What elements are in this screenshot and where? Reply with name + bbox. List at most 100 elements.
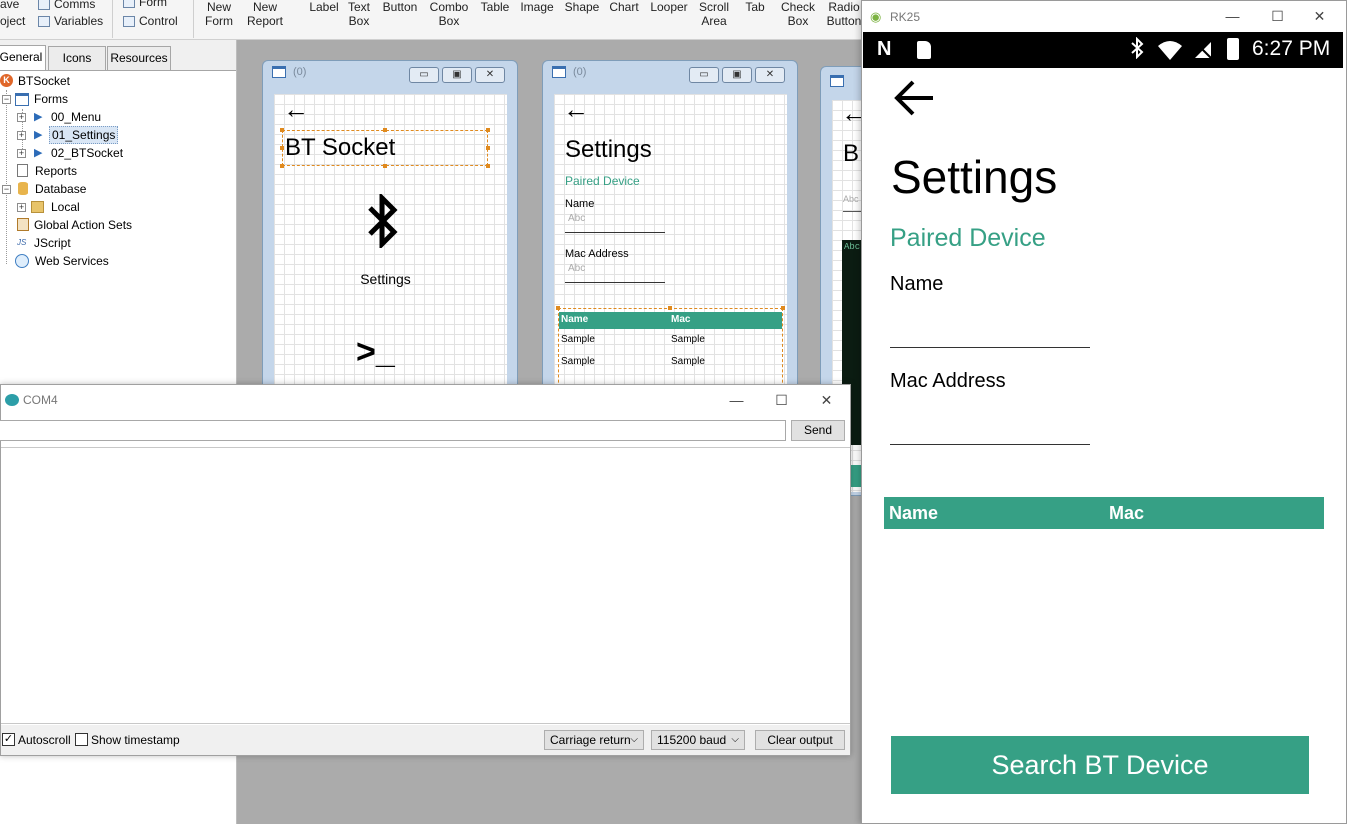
jscript-icon: JS — [17, 238, 27, 247]
form-button[interactable]: Form — [123, 0, 167, 9]
status-time: 6:27 PM — [1252, 37, 1331, 60]
minimize-icon[interactable]: ▭ — [689, 67, 719, 83]
baud-rate-select[interactable]: 115200 baud ⌵ — [651, 730, 745, 750]
form-design-surface[interactable]: ← Settings Paired Device Name Abc Mac Ad… — [554, 94, 787, 398]
bluetooth-icon[interactable] — [362, 191, 404, 251]
table-cell: Sample — [671, 356, 705, 367]
resize-handle[interactable] — [280, 164, 284, 168]
tab-tool-button[interactable]: Tab — [743, 0, 767, 14]
resize-handle[interactable] — [668, 306, 672, 310]
new-report-button[interactable]: New Report — [246, 0, 284, 28]
resize-handle[interactable] — [486, 128, 490, 132]
form-icon — [123, 0, 135, 8]
form-design-surface[interactable]: ← BT Socket Settings >_ — [274, 94, 507, 394]
name-input[interactable] — [890, 314, 1090, 348]
collapse-icon[interactable]: − — [2, 95, 11, 104]
close-icon[interactable]: ✕ — [1297, 2, 1342, 30]
maximize-icon[interactable]: ☐ — [759, 387, 804, 413]
expand-icon[interactable]: + — [17, 203, 26, 212]
restore-icon[interactable]: ▣ — [442, 67, 472, 83]
image-tool-button[interactable]: Image — [519, 0, 555, 14]
tree-global-action-sets-label: Global Action Sets — [34, 218, 133, 232]
form-window-settings[interactable]: (0) ▭ ▣ ✕ ← Settings Paired Device Name … — [542, 60, 798, 398]
textbox-tool-button[interactable]: Text Box — [346, 0, 372, 28]
tab-icons[interactable]: Icons — [48, 46, 106, 70]
back-arrow-icon[interactable] — [891, 78, 937, 121]
resize-handle[interactable] — [556, 306, 560, 310]
form-heading[interactable]: BT Socket — [285, 134, 395, 162]
back-arrow-icon[interactable]: ← — [283, 96, 309, 122]
resize-handle[interactable] — [781, 306, 785, 310]
looper-tool-button[interactable]: Looper — [648, 0, 690, 14]
search-bt-device-button[interactable]: Search BT Device — [891, 736, 1309, 794]
mac-address-field[interactable]: Abc — [565, 263, 665, 283]
radio-button-tool-button[interactable]: Radio Button — [825, 0, 862, 28]
minimize-icon[interactable]: — — [714, 387, 759, 413]
tree-reports-label: Reports — [35, 164, 78, 178]
resize-handle[interactable] — [486, 164, 490, 168]
back-arrow-icon[interactable]: ← — [563, 96, 589, 122]
combobox-tool-button[interactable]: Combo Box — [428, 0, 470, 28]
variables-button[interactable]: Variables — [38, 14, 103, 28]
serial-input-field[interactable] — [0, 420, 786, 441]
expand-icon[interactable]: + — [17, 113, 26, 122]
name-label[interactable]: Name — [565, 198, 594, 210]
serial-output-area[interactable] — [1, 447, 850, 724]
table-cell: Sample — [671, 334, 705, 345]
table-cell: Sample — [561, 334, 595, 345]
tree-forms-label: Forms — [34, 92, 68, 106]
table-cell: Sample — [561, 356, 595, 367]
minimize-icon[interactable]: — — [1210, 2, 1255, 30]
button-tool-button[interactable]: Button — [380, 0, 420, 14]
save-project-button[interactable]: ave — [0, 0, 19, 11]
devices-table-header: Name Mac — [884, 497, 1324, 529]
form-window-controls: ▭ ▣ ✕ — [689, 67, 785, 83]
expand-icon[interactable]: + — [17, 131, 26, 140]
paired-device-label[interactable]: Paired Device — [565, 174, 640, 188]
comms-button[interactable]: Comms — [38, 0, 95, 11]
autoscroll-checkbox[interactable]: ✓ — [2, 733, 15, 746]
chart-tool-button[interactable]: Chart — [607, 0, 641, 14]
restore-icon[interactable]: ▣ — [722, 67, 752, 83]
chevron-down-icon: ⌵ — [630, 734, 638, 745]
expand-icon[interactable]: + — [17, 149, 26, 158]
table-tool-button[interactable]: Table — [479, 0, 511, 14]
table-header-row: Name Mac — [559, 312, 782, 329]
resize-handle[interactable] — [280, 146, 284, 150]
sd-card-icon — [917, 41, 931, 59]
label-tool-button[interactable]: Label — [307, 0, 341, 14]
close-icon[interactable]: ✕ — [804, 387, 849, 413]
collapse-icon[interactable]: − — [2, 185, 11, 194]
show-timestamp-checkbox[interactable] — [75, 733, 88, 746]
send-button[interactable]: Send — [791, 420, 845, 441]
shape-tool-button[interactable]: Shape — [564, 0, 600, 14]
form-play-icon: ▶ — [34, 147, 43, 159]
form-heading[interactable]: B — [843, 140, 859, 168]
devices-table-body[interactable] — [884, 529, 1324, 729]
maximize-icon[interactable]: ☐ — [1255, 2, 1300, 30]
minimize-icon[interactable]: ▭ — [409, 67, 439, 83]
name-field[interactable]: Abc — [565, 213, 665, 233]
close-icon[interactable]: ✕ — [475, 67, 505, 83]
settings-label[interactable]: Settings — [274, 271, 497, 287]
resize-handle[interactable] — [280, 128, 284, 132]
mac-address-label[interactable]: Mac Address — [565, 248, 629, 260]
terminal-icon[interactable]: >_ — [356, 332, 395, 372]
arduino-icon — [5, 394, 19, 406]
resize-handle[interactable] — [486, 146, 490, 150]
scroll-area-tool-button[interactable]: Scroll Area — [697, 0, 731, 28]
form-play-icon: ▶ — [34, 129, 43, 141]
checkbox-tool-button[interactable]: Check Box — [779, 0, 817, 28]
resize-handle[interactable] — [383, 128, 387, 132]
form-window-menu[interactable]: (0) ▭ ▣ ✕ ← BT Socket Settings >_ — [262, 60, 518, 394]
close-icon[interactable]: ✕ — [755, 67, 785, 83]
form-heading[interactable]: Settings — [565, 136, 652, 164]
new-form-button[interactable]: New Form — [204, 0, 234, 28]
tab-general[interactable]: General — [0, 45, 46, 71]
clear-output-button[interactable]: Clear output — [755, 730, 845, 750]
tab-resources[interactable]: Resources — [107, 46, 171, 70]
line-ending-select[interactable]: Carriage return ⌵ — [544, 730, 644, 750]
control-button[interactable]: Control — [123, 14, 178, 28]
resize-handle[interactable] — [383, 164, 387, 168]
mac-address-input[interactable] — [890, 411, 1090, 445]
